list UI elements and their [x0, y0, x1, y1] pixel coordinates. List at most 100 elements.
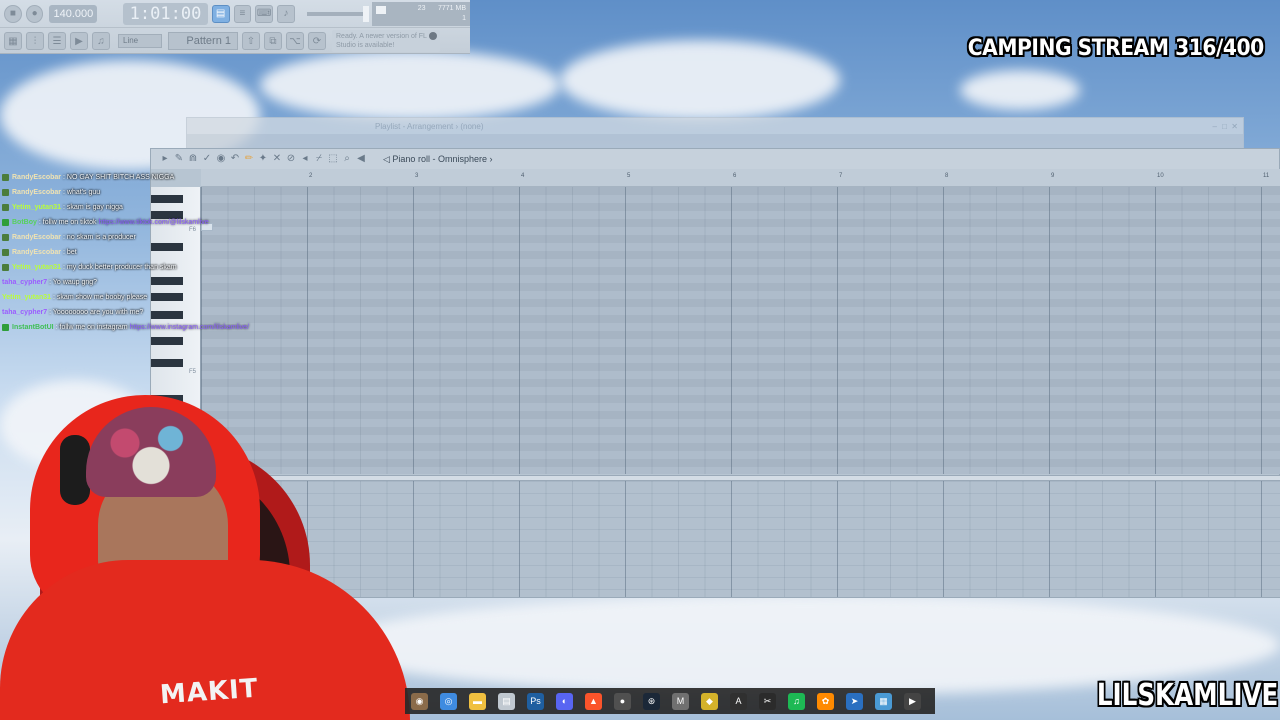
- mixer-icon[interactable]: ⫶: [26, 32, 44, 50]
- chat-username[interactable]: RandyEscobar: [12, 245, 61, 260]
- chrome-icon[interactable]: ◎: [440, 692, 457, 710]
- chat-badge-icon: [2, 249, 9, 256]
- arrow-icon[interactable]: ➤: [846, 692, 863, 710]
- folder-icon[interactable]: ▬: [469, 692, 486, 710]
- chat-username[interactable]: BotBoy: [12, 215, 37, 230]
- notepad-icon[interactable]: ▦: [875, 692, 892, 710]
- update-notice: Ready. A newer version of FL Studio is a…: [336, 33, 427, 49]
- piano-roll-title: ◁ Piano roll - Omnisphere ›: [383, 153, 493, 164]
- wrench-icon[interactable]: ✎: [173, 153, 185, 165]
- channel-rack-icon[interactable]: ☰: [48, 32, 66, 50]
- bar-number: 7: [839, 173, 843, 179]
- record-icon[interactable]: ◉: [215, 153, 227, 165]
- discord-icon[interactable]: ◐: [556, 692, 573, 710]
- chat-username[interactable]: Yetim_yutan31: [12, 260, 61, 275]
- tempo-display[interactable]: 140.000: [49, 4, 98, 23]
- chat-link[interactable]: https://www.tiktok.com/@lilskamlive: [98, 215, 208, 230]
- stop-button[interactable]: ■: [4, 4, 22, 23]
- stream-chat: RandyEscobar: NO GAY SHIT BITCH ASS NIGG…: [2, 170, 302, 335]
- brave-icon[interactable]: ▲: [585, 692, 602, 710]
- chat-username[interactable]: RandyEscobar: [12, 185, 61, 200]
- timeline-ruler[interactable]: 2 3 4 5 6 7 8 9 10 11: [201, 169, 1280, 187]
- time-display[interactable]: 1:01:00: [123, 2, 208, 25]
- mute-tool-icon[interactable]: ⊘: [285, 153, 297, 165]
- undo-icon[interactable]: ↶: [229, 153, 241, 165]
- media-player-icon[interactable]: ▶: [904, 692, 921, 710]
- chat-username[interactable]: InstantBotUI: [12, 320, 54, 335]
- chat-link[interactable]: https://www.instagram.com/lilskamlive/: [130, 320, 249, 335]
- clipboard-icon[interactable]: ▤: [498, 692, 515, 710]
- spotify-icon[interactable]: ♫: [788, 692, 805, 710]
- close-icon[interactable]: ✕: [1231, 122, 1238, 131]
- stamp-icon[interactable]: ✓: [201, 153, 213, 165]
- arrow-icon[interactable]: ▸: [159, 153, 171, 165]
- paint-tool-icon[interactable]: ✦: [257, 153, 269, 165]
- chat-badge-icon: [2, 204, 9, 211]
- record-button[interactable]: ●: [25, 4, 44, 23]
- shift-icon[interactable]: ⇧: [242, 32, 260, 50]
- chat-message: Yetim_yutan31: skam is gay nigga: [2, 200, 302, 215]
- hint-close-icon[interactable]: [429, 32, 437, 40]
- maximize-icon[interactable]: □: [1222, 122, 1227, 131]
- ram-value: 7771 MB: [437, 4, 467, 12]
- key-label-f5: F5: [189, 369, 197, 375]
- play-icon[interactable]: ▶: [70, 32, 88, 50]
- piano-roll-titlebar[interactable]: ▸ ✎ ⋒ ✓ ◉ ↶ ✏ ✦ ✕ ⊘ ◂ ⌿ ⬚ ⌕ ◀ ◁ Piano ro…: [151, 149, 1279, 169]
- alt-icon[interactable]: ⌥: [286, 32, 304, 50]
- bar-number: 9: [1051, 173, 1055, 179]
- snap-mode-select[interactable]: Line: [118, 34, 162, 48]
- slip-tool-icon[interactable]: ◂: [299, 153, 311, 165]
- channel-name: LILSKAMLIVE: [1096, 678, 1278, 713]
- playlist-title: Playlist - Arrangement › (none): [375, 122, 484, 131]
- steam-icon[interactable]: ⊛: [643, 692, 660, 710]
- pattern-song-toggle[interactable]: ▤: [211, 4, 230, 23]
- obs-icon[interactable]: ●: [614, 692, 631, 710]
- chat-message: Yetim_yutan31: skam show me booby please: [2, 290, 302, 305]
- delete-tool-icon[interactable]: ✕: [271, 153, 283, 165]
- magnet-icon[interactable]: ⋒: [187, 153, 199, 165]
- playlist-icon[interactable]: ▦: [4, 32, 22, 50]
- draw-tool-icon[interactable]: ✏: [243, 153, 255, 165]
- chat-username[interactable]: Yetim_yutan31: [2, 290, 51, 305]
- metronome-button[interactable]: ♪: [276, 4, 295, 23]
- clone-icon[interactable]: ⧉: [264, 32, 282, 50]
- chat-text: : my duck better producer than skam: [63, 264, 177, 271]
- typing-keyboard-button[interactable]: ⌨: [255, 4, 273, 23]
- mic-icon[interactable]: ♫: [92, 32, 110, 50]
- playback-tool-icon[interactable]: ◀: [355, 153, 367, 165]
- pattern-selector[interactable]: Pattern 1: [168, 32, 238, 50]
- chat-username[interactable]: taha_cypher7: [2, 275, 47, 290]
- chat-username[interactable]: Yetim_yutan31: [12, 200, 61, 215]
- zoom-tool-icon[interactable]: ⌕: [341, 153, 353, 165]
- slider-knob[interactable]: [362, 5, 369, 22]
- chat-message: BotBoy: follw me on tiktok https://www.ti…: [2, 215, 302, 230]
- photoshop-icon[interactable]: Ps: [527, 692, 544, 710]
- minimize-icon[interactable]: –: [1213, 122, 1217, 131]
- cloud: [560, 40, 840, 120]
- mxp-icon[interactable]: M: [672, 692, 689, 710]
- hint-panel: Ready. A newer version of FL Studio is a…: [332, 30, 440, 52]
- ableton-icon[interactable]: A: [730, 692, 747, 710]
- cloud: [260, 50, 560, 120]
- stack-icon[interactable]: ◆: [701, 692, 718, 710]
- black-key[interactable]: [151, 359, 183, 367]
- playlist-window: Playlist - Arrangement › (none) – □ ✕: [186, 117, 1244, 149]
- explorer-icon[interactable]: ◉: [411, 692, 428, 710]
- cut-icon[interactable]: ✂: [759, 692, 776, 710]
- black-key[interactable]: [151, 337, 183, 345]
- update-icon[interactable]: ⟳: [308, 32, 326, 50]
- master-volume-slider[interactable]: [306, 5, 369, 22]
- chat-username[interactable]: RandyEscobar: [12, 170, 61, 185]
- select-tool-icon[interactable]: ⬚: [327, 153, 339, 165]
- chat-badge-icon: [2, 324, 9, 331]
- step-edit-button[interactable]: ≡: [233, 4, 252, 23]
- transport-row: ■ ● 140.000 1:01:00 ▤ ≡ ⌨ ♪ 23 7771 MB 1: [0, 0, 471, 27]
- chat-message: RandyEscobar: NO GAY SHIT BITCH ASS NIGG…: [2, 170, 302, 185]
- performance-monitor: 23 7771 MB 1: [371, 1, 471, 26]
- chat-username[interactable]: taha_cypher7: [2, 305, 47, 320]
- bar-number: 10: [1157, 173, 1164, 179]
- slice-tool-icon[interactable]: ⌿: [313, 153, 325, 165]
- chat-username[interactable]: RandyEscobar: [12, 230, 61, 245]
- fl-studio-icon[interactable]: ✿: [817, 692, 834, 710]
- cpu-meter: [375, 5, 386, 14]
